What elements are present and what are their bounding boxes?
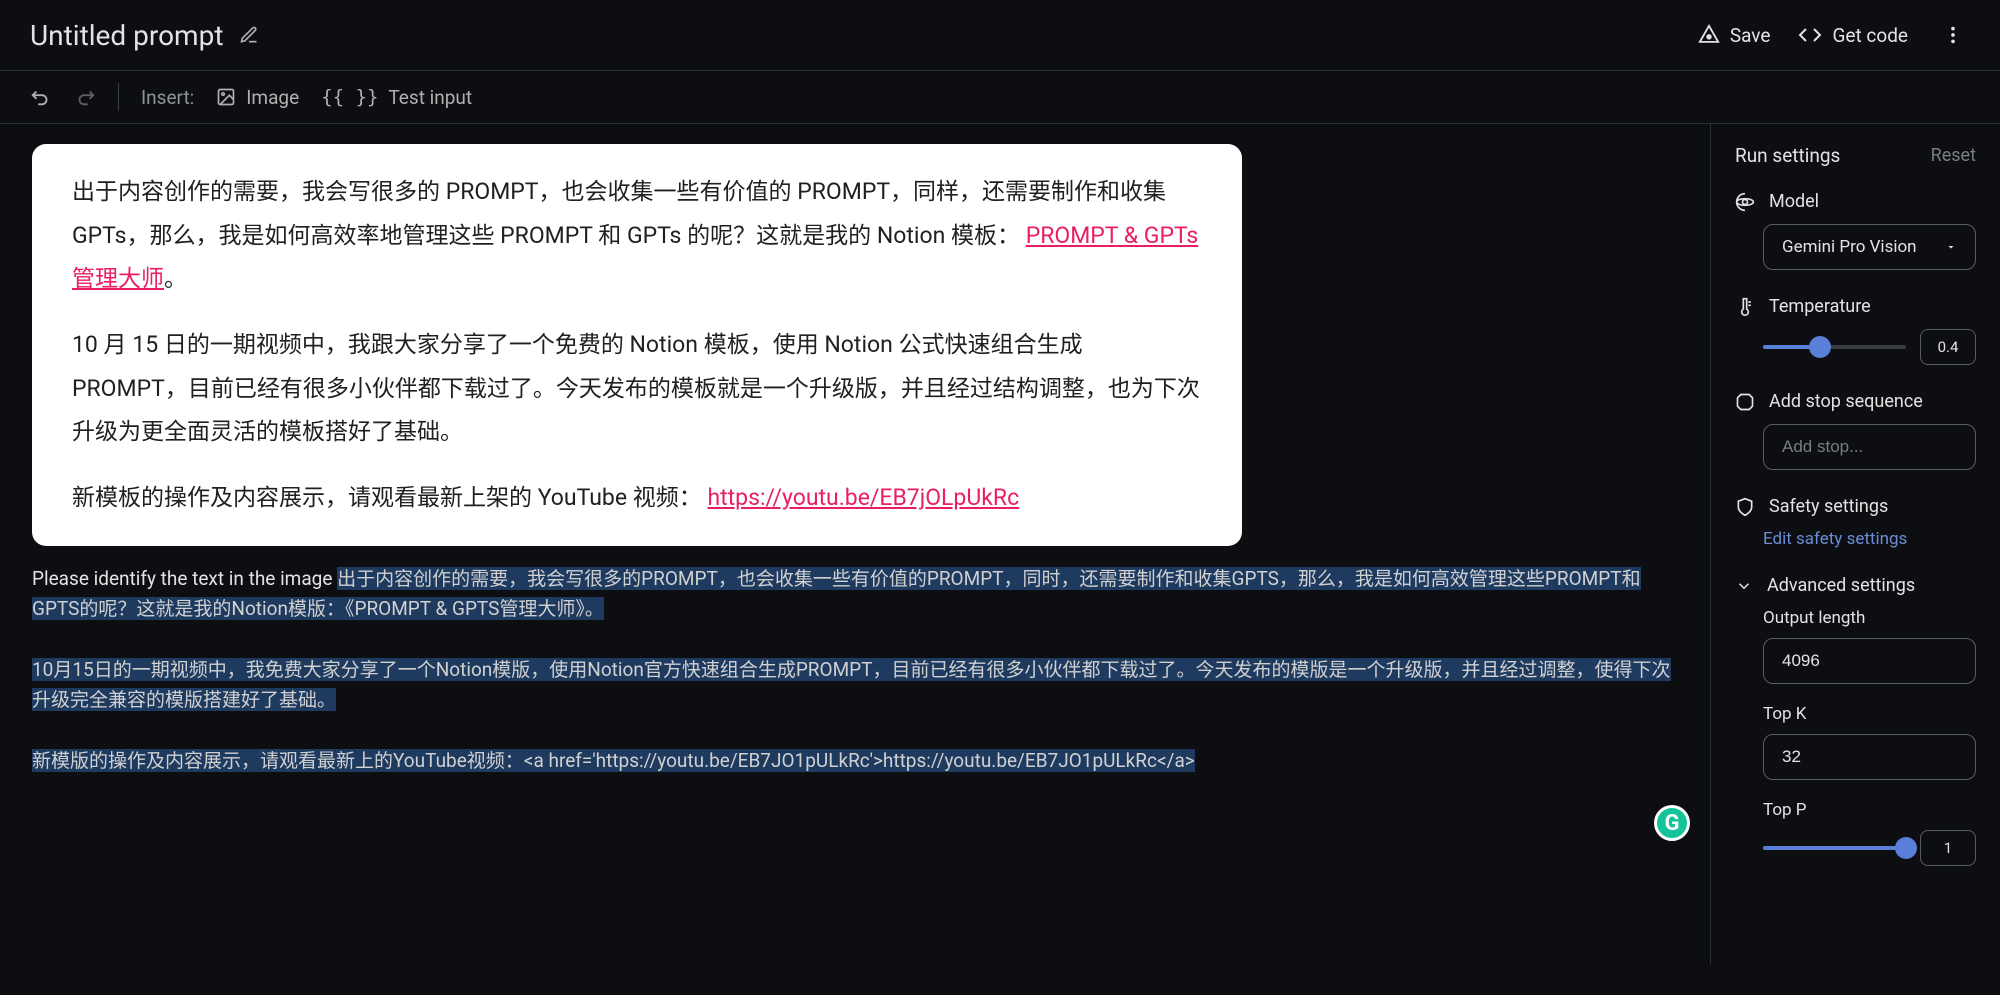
more-menu-icon[interactable] [1936,18,1970,52]
temperature-slider[interactable] [1763,345,1906,349]
run-settings-panel: Run settings Reset Model Gemini Pro Visi… [1710,124,2000,964]
image-text-p3: 新模板的操作及内容展示，请观看最新上架的 YouTube 视频： https:/… [72,476,1202,520]
model-response-p3: 新模版的操作及内容展示，请观看最新上的YouTube视频：<a href='ht… [32,749,1195,772]
temperature-icon [1735,297,1755,317]
topp-label: Top P [1763,800,1976,820]
stop-icon [1735,392,1755,412]
header-right: Save Get code [1698,18,1970,52]
redo-button[interactable] [74,86,96,108]
undo-button[interactable] [30,86,52,108]
image-link-2: https://youtu.be/EB7jOLpUkRc [707,484,1019,511]
image-text-p2: 10 月 15 日的一期视频中，我跟大家分享了一个免费的 Notion 模板，使… [72,323,1202,454]
chevron-down-icon [1735,577,1753,595]
topk-label: Top K [1763,704,1976,724]
model-select[interactable]: Gemini Pro Vision [1763,224,1976,270]
header-left: Untitled prompt [30,19,259,52]
safety-setting: Safety settings Edit safety settings [1735,496,1976,549]
image-text-p1: 出于内容创作的需要，我会写很多的 PROMPT，也会收集一些有价值的 PROMP… [72,170,1202,301]
insert-test-input-button[interactable]: {{ }} Test input [321,86,472,109]
safety-label: Safety settings [1769,496,1888,517]
temperature-setting: Temperature 0.4 [1735,296,1976,365]
save-label: Save [1730,24,1771,47]
insert-label: Insert: [141,86,194,109]
uploaded-image[interactable]: 出于内容创作的需要，我会写很多的 PROMPT，也会收集一些有价值的 PROMP… [32,144,1242,546]
output-length-input[interactable] [1763,638,1976,684]
code-icon [1798,23,1822,47]
test-input-label: Test input [388,86,472,109]
divider [118,83,119,111]
dropdown-icon [1945,241,1957,253]
get-code-button[interactable]: Get code [1798,23,1908,47]
content-area[interactable]: 出于内容创作的需要，我会写很多的 PROMPT，也会收集一些有价值的 PROMP… [0,124,1710,964]
stop-sequence-setting: Add stop sequence [1735,391,1976,470]
toolbar: Insert: Image {{ }} Test input [0,71,2000,124]
output-length-label: Output length [1763,608,1976,628]
topp-value[interactable]: 1 [1920,830,1976,866]
get-code-label: Get code [1832,24,1908,47]
header: Untitled prompt Save Get code [0,0,2000,71]
image-icon [216,87,236,107]
temperature-value[interactable]: 0.4 [1920,329,1976,365]
advanced-label: Advanced settings [1767,575,1915,596]
edit-icon[interactable] [239,25,259,45]
model-icon [1735,192,1755,212]
edit-safety-link[interactable]: Edit safety settings [1763,529,1907,549]
prompt-area[interactable]: Please identify the text in the image 出于… [32,564,1678,777]
run-settings-title: Run settings [1735,144,1840,167]
topk-input[interactable] [1763,734,1976,780]
save-icon [1698,24,1720,46]
model-setting: Model Gemini Pro Vision [1735,191,1976,270]
grammarly-badge[interactable]: G [1654,805,1690,841]
reset-button[interactable]: Reset [1931,145,1976,166]
braces-icon: {{ }} [321,86,378,108]
save-button[interactable]: Save [1698,24,1771,47]
shield-icon [1735,497,1755,517]
model-response-p2: 10月15日的一期视频中，我免费大家分享了一个Notion模版，使用Notion… [32,658,1671,711]
advanced-toggle[interactable]: Advanced settings [1735,575,1976,596]
image-label: Image [246,86,299,109]
page-title: Untitled prompt [30,19,223,52]
topp-slider[interactable] [1763,846,1906,850]
model-label: Model [1769,191,1819,212]
advanced-settings: Advanced settings Output length Top K To… [1735,575,1976,866]
temperature-label: Temperature [1769,296,1871,317]
insert-image-button[interactable]: Image [216,86,299,109]
main-container: 出于内容创作的需要，我会写很多的 PROMPT，也会收集一些有价值的 PROMP… [0,124,2000,964]
sidebar-header: Run settings Reset [1735,144,1976,167]
stop-sequence-input[interactable] [1763,424,1976,470]
model-value: Gemini Pro Vision [1782,237,1917,257]
user-prompt: Please identify the text in the image [32,567,332,590]
stop-label: Add stop sequence [1769,391,1923,412]
